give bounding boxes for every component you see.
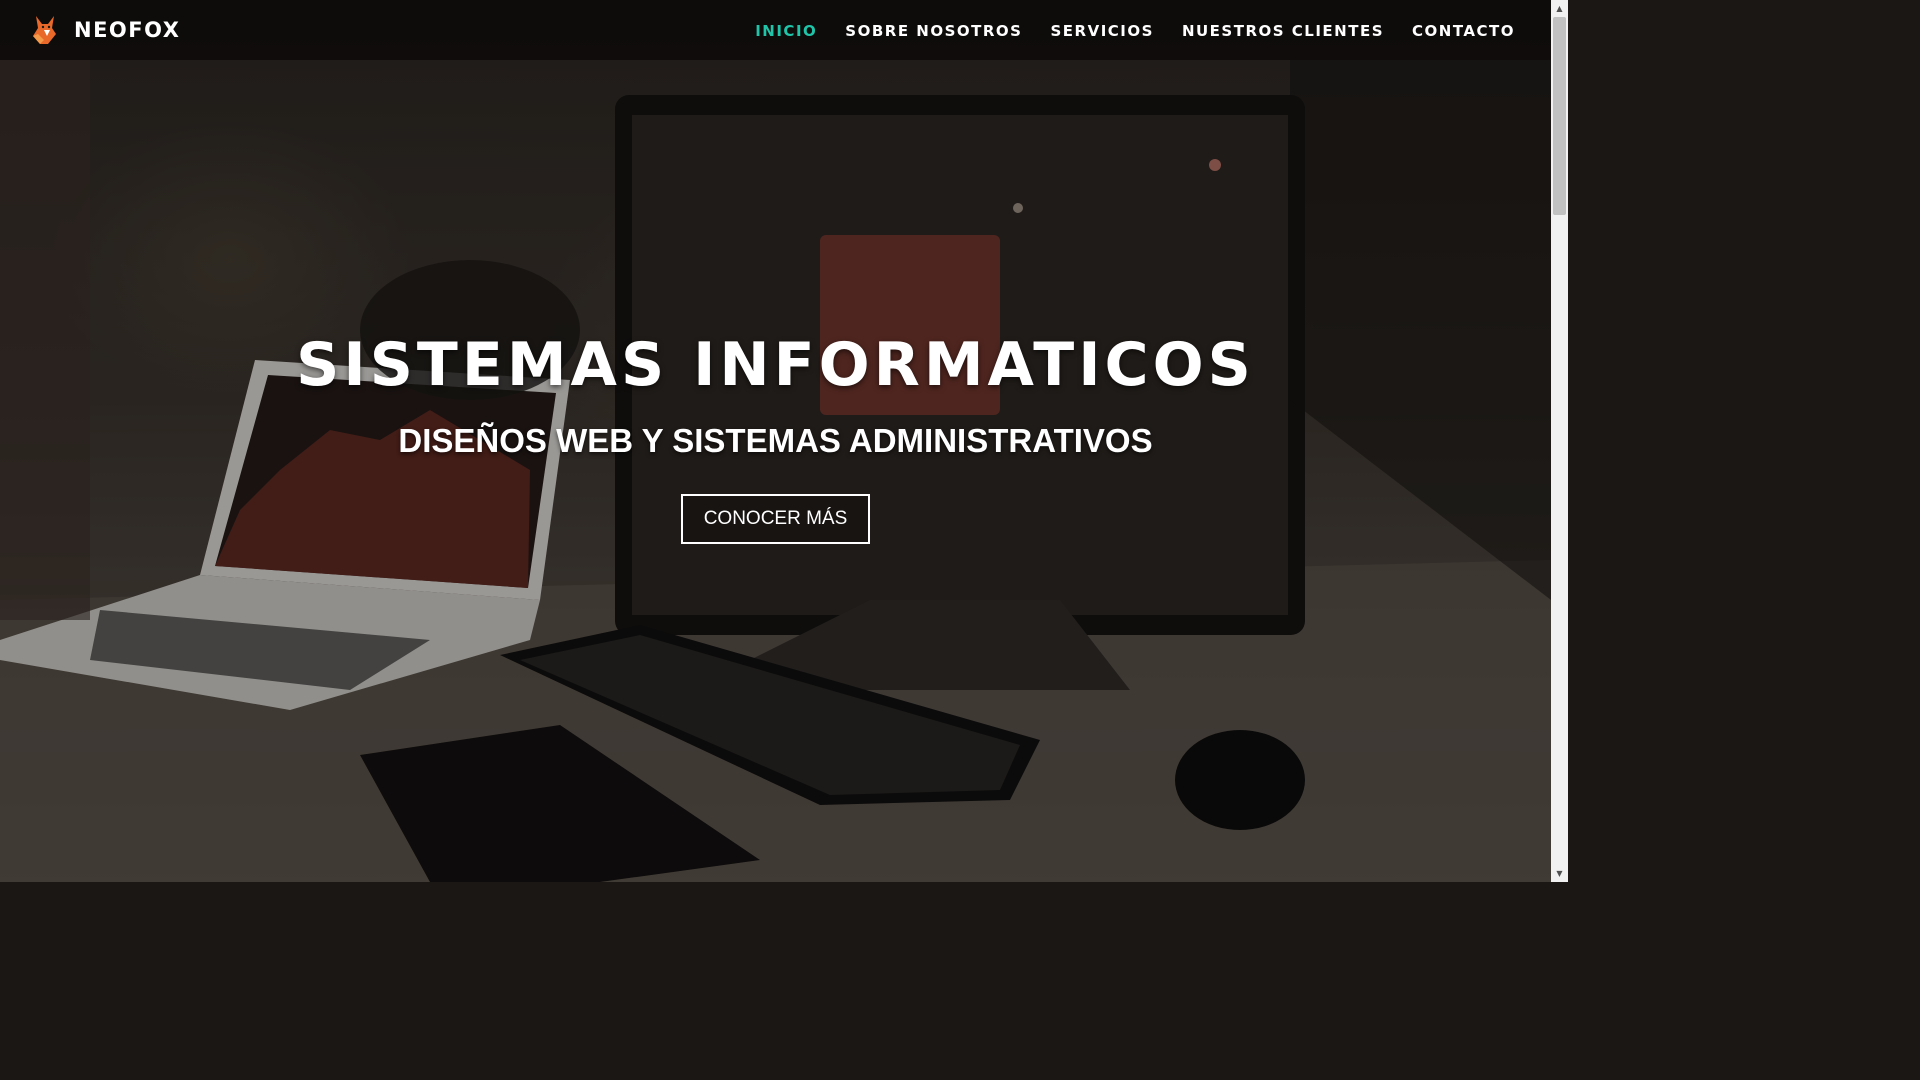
hero-subtitle: DISEÑOS WEB Y SISTEMAS ADMINISTRATIVOS — [398, 422, 1153, 459]
vertical-scrollbar[interactable]: ▲ ▼ — [1551, 0, 1568, 882]
conocer-mas-button[interactable]: CONOCER MÁS — [680, 494, 871, 544]
nav-link-servicios[interactable]: SERVICIOS — [1051, 22, 1154, 40]
fox-icon — [33, 16, 56, 44]
top-navbar: NEOFOX INICIO SOBRE NOSOTROS SERVICIOS N… — [0, 0, 1551, 60]
scrollbar-thumb[interactable] — [1553, 17, 1566, 215]
brand[interactable]: NEOFOX — [30, 14, 180, 46]
nav-link-sobre-nosotros[interactable]: SOBRE NOSOTROS — [845, 22, 1022, 40]
main-nav: INICIO SOBRE NOSOTROS SERVICIOS NUESTROS… — [755, 22, 1515, 40]
brand-name: NEOFOX — [74, 18, 181, 42]
scroll-up-arrow-icon[interactable]: ▲ — [1551, 0, 1568, 17]
hero-section: SISTEMAS INFORMATICOS DISEÑOS WEB Y SIST… — [0, 330, 1551, 544]
scroll-down-arrow-icon[interactable]: ▼ — [1551, 865, 1568, 882]
page: NEOFOX INICIO SOBRE NOSOTROS SERVICIOS N… — [0, 0, 1568, 882]
nav-link-inicio[interactable]: INICIO — [755, 22, 817, 40]
nav-link-contacto[interactable]: CONTACTO — [1412, 22, 1515, 40]
hero-title: SISTEMAS INFORMATICOS — [296, 330, 1255, 400]
nav-link-nuestros-clientes[interactable]: NUESTROS CLIENTES — [1182, 22, 1384, 40]
